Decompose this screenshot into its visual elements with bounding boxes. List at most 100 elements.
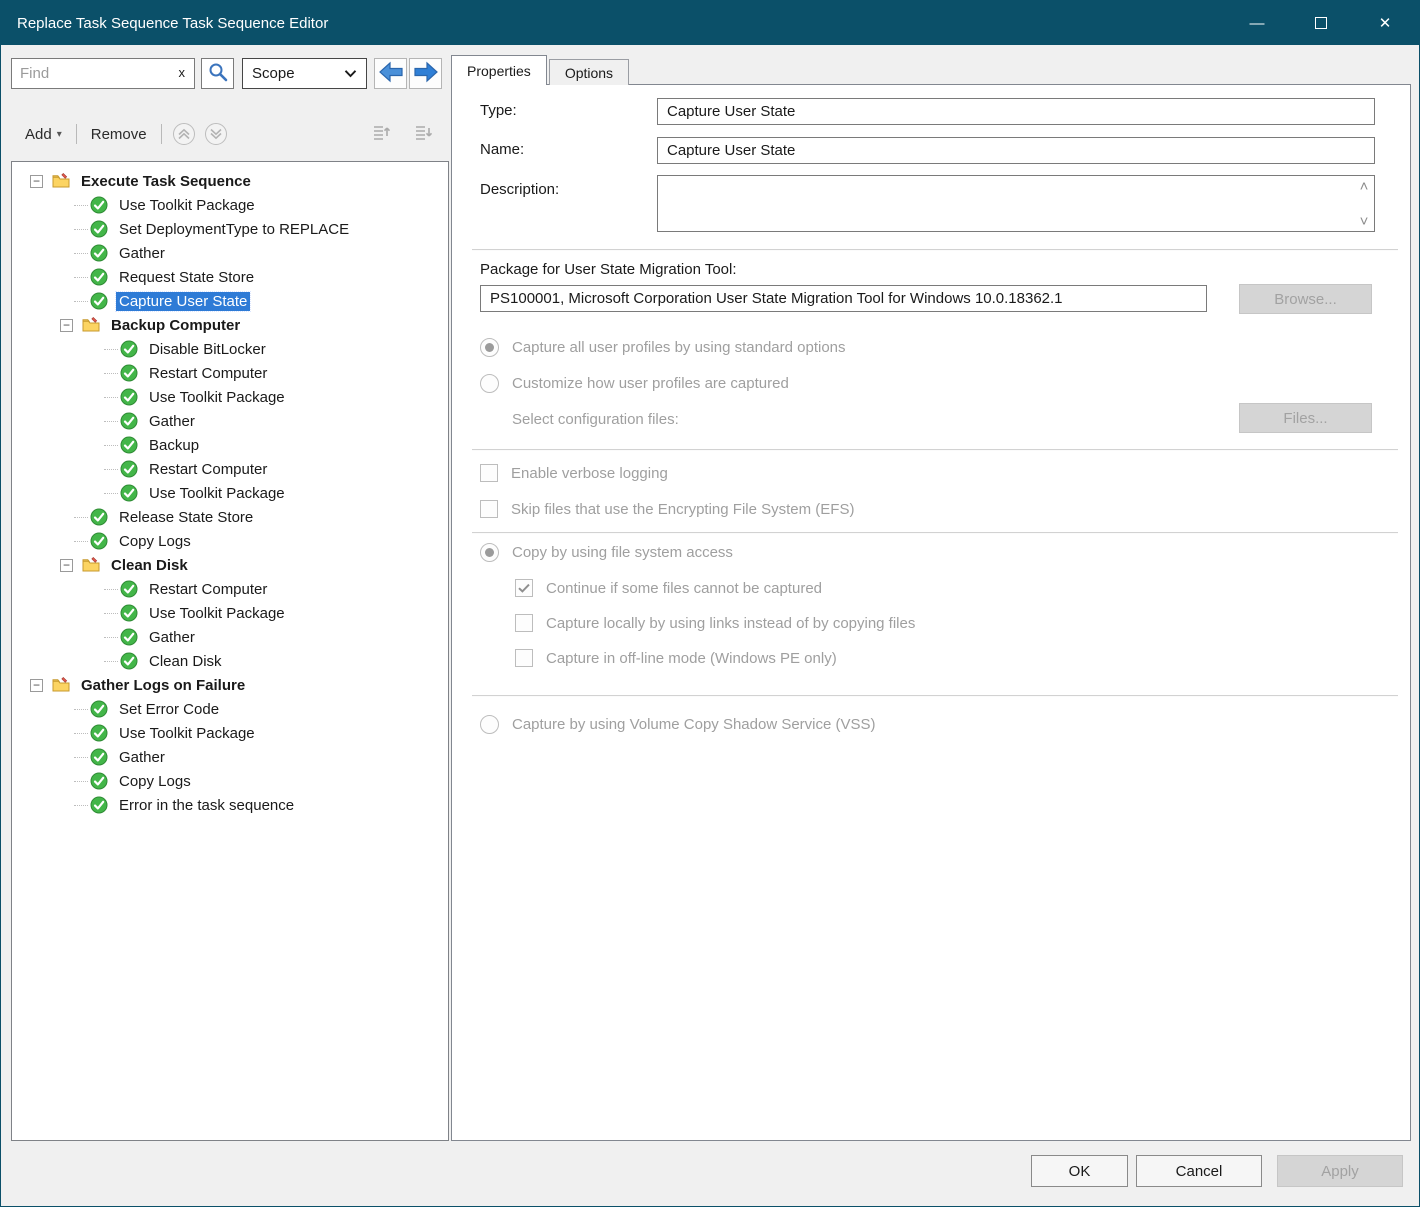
tree-item[interactable]: Use Toolkit Package <box>12 385 448 409</box>
tree-connector-line <box>104 421 118 422</box>
clear-search-button[interactable]: x <box>175 65 195 82</box>
option-label: Continue if some files cannot be capture… <box>546 580 822 597</box>
option-label: Copy by using file system access <box>512 544 733 561</box>
tree-item[interactable]: Error in the task sequence <box>12 793 448 817</box>
tree-item[interactable]: Restart Computer <box>12 457 448 481</box>
find-previous-button[interactable] <box>374 58 407 89</box>
tree-item[interactable]: Gather <box>12 241 448 265</box>
collapse-all-button[interactable] <box>369 122 393 146</box>
tree-item[interactable]: −Gather Logs on Failure <box>12 673 448 697</box>
scope-dropdown[interactable]: Scope <box>242 58 367 89</box>
step-success-icon <box>90 220 108 238</box>
step-success-icon <box>120 652 138 670</box>
chevron-down-icon: ▾ <box>57 129 62 140</box>
checkbox-capture-links[interactable]: Capture locally by using links instead o… <box>515 612 915 634</box>
tree-toolbar-right <box>359 122 449 146</box>
tree-collapse-toggle[interactable]: − <box>60 559 73 572</box>
radio-copy-filesystem[interactable]: Copy by using file system access <box>480 541 733 563</box>
find-next-button[interactable] <box>409 58 442 89</box>
package-field[interactable]: PS100001, Microsoft Corporation User Sta… <box>480 285 1207 312</box>
step-success-icon <box>90 292 108 310</box>
tree-connector-line <box>104 373 118 374</box>
tree-item[interactable]: Restart Computer <box>12 361 448 385</box>
task-sequence-editor-window: Replace Task Sequence Task Sequence Edit… <box>0 0 1420 1207</box>
radio-unselected-icon <box>480 374 499 393</box>
tree-item[interactable]: −Clean Disk <box>12 553 448 577</box>
step-success-icon <box>90 796 108 814</box>
tree-item[interactable]: Request State Store <box>12 265 448 289</box>
tree-item[interactable]: Copy Logs <box>12 769 448 793</box>
tree-item[interactable]: Use Toolkit Package <box>12 601 448 625</box>
tree-item[interactable]: Copy Logs <box>12 529 448 553</box>
tree-item-label: Gather <box>146 412 198 431</box>
expand-all-button[interactable] <box>411 122 435 146</box>
radio-capture-custom[interactable]: Customize how user profiles are captured <box>480 372 789 394</box>
tree-item[interactable]: Set DeploymentType to REPLACE <box>12 217 448 241</box>
close-button[interactable]: ✕ <box>1353 1 1417 45</box>
description-label: Description: <box>480 181 559 198</box>
radio-capture-vss[interactable]: Capture by using Volume Copy Shadow Serv… <box>480 713 876 735</box>
tree-item[interactable]: Restart Computer <box>12 577 448 601</box>
radio-capture-standard[interactable]: Capture all user profiles by using stand… <box>480 336 846 358</box>
tree-item[interactable]: Gather <box>12 409 448 433</box>
tree-item[interactable]: Release State Store <box>12 505 448 529</box>
tree-item[interactable]: −Execute Task Sequence <box>12 169 448 193</box>
description-field[interactable]: ˄ ˅ <box>657 175 1375 232</box>
ok-button[interactable]: OK <box>1031 1155 1128 1187</box>
add-button[interactable]: Add ▾ <box>11 126 66 143</box>
checkbox-skip-efs[interactable]: Skip files that use the Encrypting File … <box>480 498 854 520</box>
tree-item[interactable]: Use Toolkit Package <box>12 481 448 505</box>
tree-item[interactable]: Disable BitLocker <box>12 337 448 361</box>
tab-properties[interactable]: Properties <box>451 55 547 85</box>
checkbox-capture-offline[interactable]: Capture in off-line mode (Windows PE onl… <box>515 647 837 669</box>
package-label: Package for User State Migration Tool: <box>480 261 737 278</box>
tree-item[interactable]: Use Toolkit Package <box>12 721 448 745</box>
tree-item[interactable]: Use Toolkit Package <box>12 193 448 217</box>
search-input[interactable] <box>12 59 175 88</box>
step-success-icon <box>120 628 138 646</box>
move-down-button[interactable] <box>204 122 228 146</box>
step-success-icon <box>90 724 108 742</box>
checkbox-continue-on-error[interactable]: Continue if some files cannot be capture… <box>515 577 822 599</box>
step-success-icon <box>90 244 108 262</box>
maximize-button[interactable] <box>1289 1 1353 45</box>
search-button[interactable] <box>201 58 234 89</box>
tab-options[interactable]: Options <box>549 59 629 85</box>
tree-collapse-toggle[interactable]: − <box>60 319 73 332</box>
tree-item-label: Backup <box>146 436 202 455</box>
tree-item[interactable]: Capture User State <box>12 289 448 313</box>
tree-item[interactable]: Gather <box>12 745 448 769</box>
browse-button[interactable]: Browse... <box>1239 284 1372 314</box>
option-label: Customize how user profiles are captured <box>512 375 789 392</box>
chevrons-down-icon <box>204 134 228 149</box>
step-success-icon <box>90 772 108 790</box>
checkbox-verbose-logging[interactable]: Enable verbose logging <box>480 462 668 484</box>
tree-collapse-toggle[interactable]: − <box>30 679 43 692</box>
tree-item[interactable]: Gather <box>12 625 448 649</box>
tree-item[interactable]: Backup <box>12 433 448 457</box>
files-button[interactable]: Files... <box>1239 403 1372 433</box>
remove-button[interactable]: Remove <box>87 126 151 143</box>
move-up-button[interactable] <box>172 122 196 146</box>
tree-item-label: Capture User State <box>116 292 250 311</box>
group-folder-icon <box>52 172 70 190</box>
tab-bar: Properties Options <box>451 55 629 85</box>
type-field[interactable]: Capture User State <box>657 98 1375 125</box>
tree-item[interactable]: Clean Disk <box>12 649 448 673</box>
apply-button[interactable]: Apply <box>1277 1155 1403 1187</box>
scroll-up-icon[interactable]: ˄ <box>1357 179 1371 193</box>
name-label: Name: <box>480 141 524 158</box>
remove-button-label: Remove <box>91 126 147 143</box>
tree-item-label: Disable BitLocker <box>146 340 269 359</box>
tree-item[interactable]: Set Error Code <box>12 697 448 721</box>
minimize-button[interactable]: — <box>1225 1 1289 45</box>
name-value: Capture User State <box>667 142 795 159</box>
cancel-button[interactable]: Cancel <box>1136 1155 1262 1187</box>
tree-collapse-toggle[interactable]: − <box>30 175 43 188</box>
scroll-down-icon[interactable]: ˅ <box>1357 214 1371 228</box>
name-field[interactable]: Capture User State <box>657 137 1375 164</box>
tree-connector-line <box>74 541 88 542</box>
task-tree: −Execute Task SequenceUse Toolkit Packag… <box>11 161 449 1141</box>
tree-item[interactable]: −Backup Computer <box>12 313 448 337</box>
tree-item-label: Request State Store <box>116 268 257 287</box>
